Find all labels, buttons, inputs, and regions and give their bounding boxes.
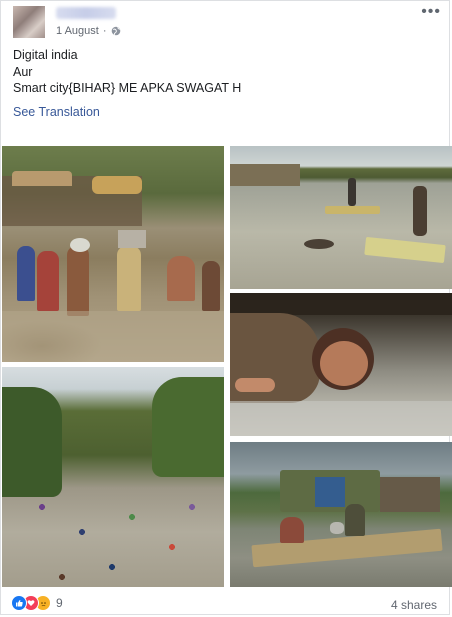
post-line-3: Smart city{BIHAR} ME APKA SWAGAT H	[13, 81, 242, 95]
post-date[interactable]: 1 August	[56, 25, 99, 37]
post-line-2: Aur	[13, 64, 33, 79]
author-avatar[interactable]	[13, 6, 45, 38]
photo-raft-cooking[interactable]	[230, 442, 452, 587]
photo-flood-crowd[interactable]	[2, 146, 224, 362]
post-line-1: Digital india	[13, 48, 78, 62]
like-icon	[11, 595, 27, 611]
reaction-summary[interactable]: 9	[11, 595, 63, 611]
photo-child-tree[interactable]	[230, 293, 452, 436]
post-text: Digital india Aur Smart city{BIHAR} ME A…	[13, 47, 241, 97]
shares-count[interactable]: 4 shares	[391, 598, 437, 612]
globe-icon	[111, 26, 120, 36]
see-translation-link[interactable]: See Translation	[13, 105, 100, 119]
photo-flood-rafts[interactable]	[230, 146, 452, 289]
post-card: 1 August · ••• Digital india Aur Smart c…	[0, 0, 452, 615]
post-meta-separator: ·	[102, 25, 107, 37]
reaction-count[interactable]: 9	[56, 596, 63, 610]
photo-crowd-river[interactable]	[2, 367, 224, 587]
author-name-redacted[interactable]	[56, 7, 116, 19]
more-options-button[interactable]: •••	[421, 3, 441, 21]
post-meta: 1 August ·	[56, 25, 121, 37]
